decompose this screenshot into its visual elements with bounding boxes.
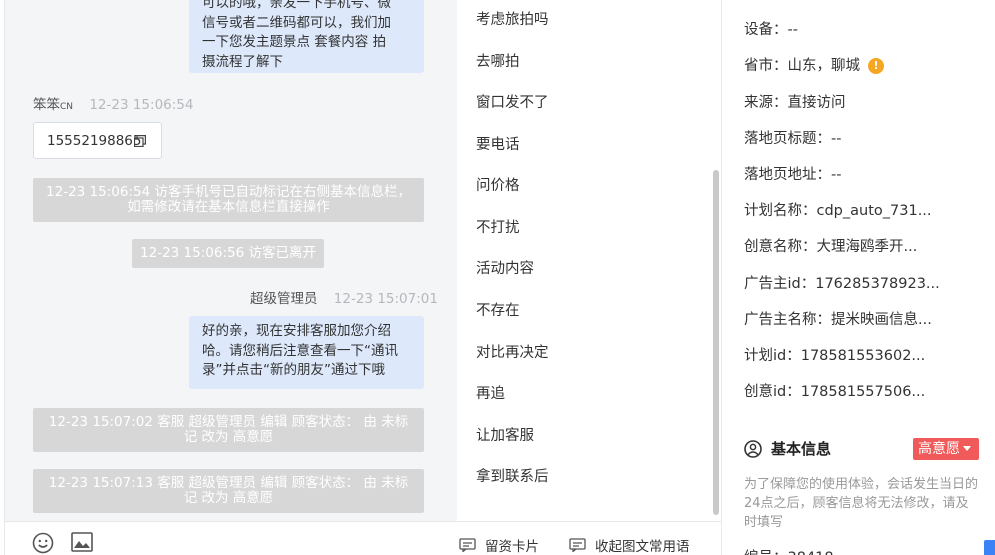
agent-name: 超级管理员 xyxy=(250,291,318,307)
quick-phrase-item[interactable]: 不打扰 xyxy=(476,219,520,237)
quick-phrase-item[interactable]: 不存在 xyxy=(476,302,520,320)
chevron-down-icon xyxy=(963,446,971,451)
visitor-region-badge: CN xyxy=(60,102,74,112)
message-line: 录”并点击“新的朋友”通过下哦 xyxy=(202,362,385,378)
agent-message-time: 12-23 15:07:01 xyxy=(333,291,438,307)
quick-phrase-panel: 考虑旅拍吗 去哪拍 窗口发不了 要电话 问价格 不打扰 活动内容 不存在 对比再… xyxy=(457,0,721,521)
quick-phrase-item[interactable]: 问价格 xyxy=(476,177,520,195)
visitor-name: 笨笨 xyxy=(33,97,60,113)
edit-deadline-notice: 为了保障您的使用体验，会话发生当日的24点之后，顾客信息将无法修改，请及时填写 xyxy=(744,477,979,530)
emoji-icon[interactable] xyxy=(32,532,54,554)
info-landing-url: 落地页地址：-- xyxy=(744,167,842,183)
info-serial: 编号：38418 xyxy=(744,546,834,555)
info-landing-title: 落地页标题：-- xyxy=(744,131,842,147)
info-creative-id: 创意id：178581557506... xyxy=(744,384,926,400)
system-tip-line: 记 改为 高意愿 xyxy=(183,490,274,506)
chat-icon xyxy=(569,538,586,552)
message-line: 好的亲，现在安排客服加您介绍 xyxy=(202,323,391,339)
quick-phrase-item[interactable]: 考虑旅拍吗 xyxy=(476,11,549,29)
message-line: 摄流程了解下 xyxy=(202,53,283,70)
info-plan-name: 计划名称：cdp_auto_731... xyxy=(744,203,932,219)
agent-message-meta: 超级管理员 12-23 15:07:01 xyxy=(250,291,438,307)
visitor-message-meta: 笨笨CN 12-23 15:06:54 xyxy=(33,97,193,115)
card-icon xyxy=(459,538,476,552)
system-tip: 12-23 15:06:54 访客手机号已自动标记在右侧基本信息栏， 如需修改请… xyxy=(33,178,424,222)
system-tip-line: 12-23 15:06:56 访客已离开 xyxy=(140,245,316,261)
quick-phrase-item[interactable]: 对比再决定 xyxy=(476,344,549,362)
message-line: 可以的哦，亲发一下手机号、微 xyxy=(202,0,391,11)
user-icon xyxy=(744,439,762,458)
message-bubble-outgoing: 好的亲，现在安排客服加您介绍 哈。请您稍后注意查看一下“通讯 录”并点击“新的朋… xyxy=(189,316,424,389)
system-tip-line: 12-23 15:06:54 访客手机号已自动标记在右侧基本信息栏， xyxy=(46,184,411,200)
basic-info-heading: 基本信息 xyxy=(744,438,831,459)
info-device: 设备：-- xyxy=(744,22,798,38)
intent-status-dropdown[interactable]: 高意愿 xyxy=(913,438,979,460)
message-bubble-outgoing: 可以的哦，亲发一下手机号、微 信号或者二维码都可以，我们加 一下您发主题景点 套… xyxy=(189,0,424,73)
collapse-phrases-button[interactable]: 收起图文常用语 xyxy=(569,535,690,555)
info-creative-name: 创意名称：大理海鸥季开... xyxy=(744,239,918,255)
system-tip: 12-23 15:06:56 访客已离开 xyxy=(132,239,324,268)
chat-input-toolbar xyxy=(5,521,457,555)
info-advertiser-name: 广告主名称：提米映画信息... xyxy=(744,312,932,328)
collapse-phrases-label: 收起图文常用语 xyxy=(595,539,690,555)
info-region-row: 省市：山东，聊城! xyxy=(744,57,884,75)
message-line: 哈。请您稍后注意查看一下“通讯 xyxy=(202,342,398,359)
info-source: 来源：直接访问 xyxy=(744,95,846,111)
warning-icon[interactable]: ! xyxy=(868,58,884,74)
basic-info-title: 基本信息 xyxy=(771,440,832,458)
customer-info-panel: 设备：-- 省市：山东，聊城! 来源：直接访问 落地页标题：-- 落地页地址：-… xyxy=(722,0,995,555)
image-icon[interactable] xyxy=(71,532,93,552)
system-tip: 12-23 15:07:02 客服 超级管理员 编辑 顾客状态： 由 未标 记 … xyxy=(33,408,424,452)
quick-phrase-item[interactable]: 窗口发不了 xyxy=(476,94,549,112)
chat-left-edge xyxy=(0,0,5,555)
quick-phrase-item[interactable]: 再追 xyxy=(476,385,505,403)
phrase-footer: 留资卡片 收起图文常用语 xyxy=(457,521,721,555)
intent-status-label: 高意愿 xyxy=(918,441,960,457)
chat-panel: 可以的哦，亲发一下手机号、微 信号或者二维码都可以，我们加 一下您发主题景点 套… xyxy=(0,0,457,555)
leave-card-button[interactable]: 留资卡片 xyxy=(459,535,539,555)
copy-icon[interactable] xyxy=(134,135,146,147)
system-tip-line: 如需修改请在基本信息栏直接操作 xyxy=(127,199,330,215)
system-tip: 12-23 15:07:13 客服 超级管理员 编辑 顾客状态： 由 未标 记 … xyxy=(33,469,424,513)
quick-phrase-item[interactable]: 拿到联系后 xyxy=(476,468,549,486)
side-float-tab[interactable] xyxy=(984,540,995,555)
info-advertiser-id: 广告主id：176285378923... xyxy=(744,276,940,292)
info-plan-id: 计划id：178581553602... xyxy=(744,348,926,364)
message-line: 一下您发主题景点 套餐内容 拍 xyxy=(202,34,387,50)
phone-number: 15552198865 xyxy=(47,133,142,149)
system-tip-line: 记 改为 高意愿 xyxy=(183,429,274,445)
quick-phrase-item[interactable]: 去哪拍 xyxy=(476,53,520,71)
system-tip-line: 12-23 15:07:02 客服 超级管理员 编辑 顾客状态： 由 未标 xyxy=(48,414,409,430)
phone-number-card[interactable]: 15552198865 xyxy=(33,122,162,159)
info-region: 省市：山东，聊城 xyxy=(744,58,860,74)
phrase-scrollbar[interactable] xyxy=(713,170,719,515)
system-tip-line: 12-23 15:07:13 客服 超级管理员 编辑 顾客状态： 由 未标 xyxy=(48,475,409,491)
message-line: 信号或者二维码都可以，我们加 xyxy=(202,14,391,31)
quick-phrase-item[interactable]: 活动内容 xyxy=(476,260,534,278)
quick-phrase-item[interactable]: 让加客服 xyxy=(476,427,534,445)
quick-phrase-item[interactable]: 要电话 xyxy=(476,136,520,154)
leave-card-label: 留资卡片 xyxy=(485,539,539,555)
visitor-message-time: 12-23 15:06:54 xyxy=(89,97,194,113)
